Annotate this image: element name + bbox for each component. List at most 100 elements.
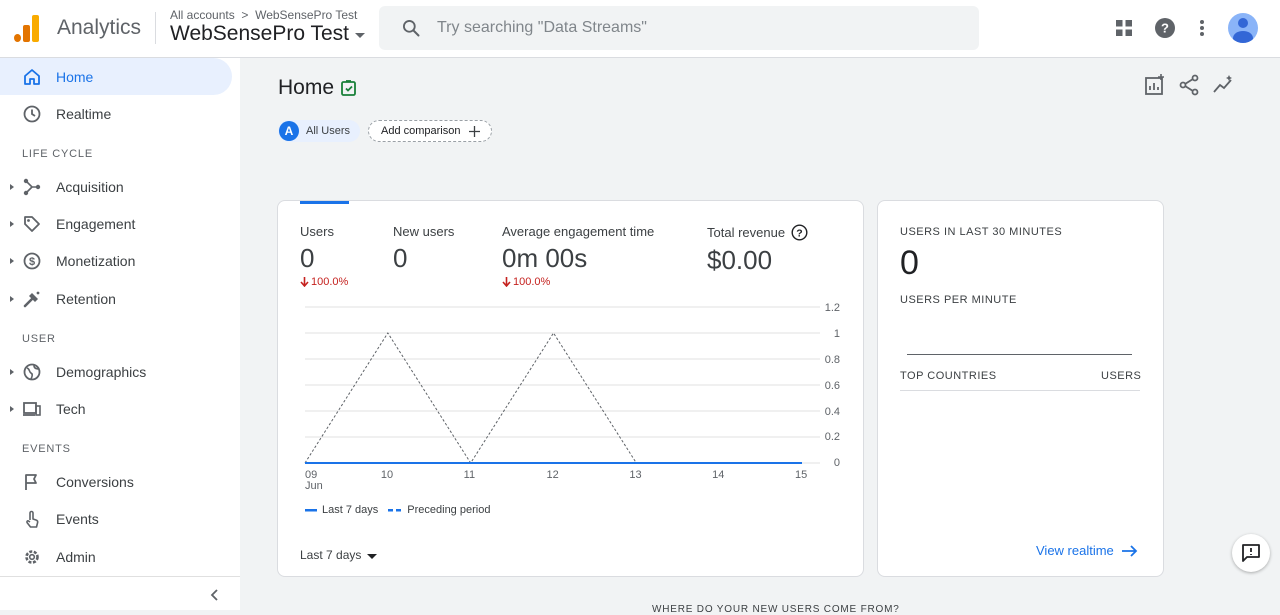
devices-icon (23, 402, 41, 416)
sidebar-item-events[interactable]: Events (0, 500, 232, 537)
svg-text:?: ? (1161, 21, 1169, 36)
expand-arrow-icon[interactable] (10, 368, 14, 375)
account-avatar[interactable] (1228, 13, 1258, 43)
chart-y-tick-label: 1 (834, 328, 840, 340)
apps-grid-icon[interactable] (1112, 16, 1136, 40)
property-selector[interactable]: WebSensePro Test (170, 22, 365, 46)
expand-arrow-icon[interactable] (10, 183, 14, 190)
flag-icon (25, 474, 37, 490)
page-title: Home (278, 76, 335, 99)
segment-letter-badge: A (279, 121, 299, 141)
sidebar-item-retention[interactable]: Retention (0, 280, 232, 317)
svg-text:$: $ (29, 256, 35, 268)
breadcrumb-separator-icon: > (238, 8, 252, 22)
view-realtime-link[interactable]: View realtime (1036, 543, 1138, 558)
metric-value: 0m 00s (502, 243, 588, 273)
legend-item-previous[interactable]: Preceding period (388, 504, 490, 516)
section-user: USER (22, 333, 56, 345)
metric-new-users[interactable]: New users 0 (393, 224, 454, 274)
sidebar-item-label: Engagement (56, 215, 136, 232)
date-range-label: Last 7 days (300, 548, 362, 562)
collapse-sidebar-icon[interactable] (206, 586, 224, 604)
sidebar-item-home[interactable]: Home (0, 58, 232, 95)
sidebar-item-label: Admin (56, 548, 96, 565)
metric-label: Users (300, 224, 334, 239)
header-divider (155, 12, 156, 44)
search-bar[interactable] (379, 6, 979, 50)
expand-arrow-icon[interactable] (10, 220, 14, 227)
retention-icon (23, 291, 40, 308)
metric-delta-value: 100.0% (311, 276, 349, 288)
sidebar-item-tech[interactable]: Tech (0, 390, 232, 427)
sidebar-item-monetization[interactable]: $ Monetization (0, 242, 232, 279)
legend-item-current[interactable]: Last 7 days (305, 504, 378, 516)
sidebar-item-realtime[interactable]: Realtime (0, 95, 232, 132)
chart-y-tick-label: 0.6 (825, 380, 840, 392)
help-outline-icon[interactable]: ? (791, 224, 808, 241)
chart-legend: Last 7 days Preceding period (305, 504, 490, 516)
more-vert-icon[interactable] (1190, 16, 1214, 40)
chart-x-tick-label: 10 (381, 469, 393, 481)
sidebar-item-label: Demographics (56, 363, 147, 380)
sidebar-item-label: Conversions (56, 473, 134, 490)
insights-icon[interactable] (1212, 74, 1234, 96)
customize-report-icon[interactable] (1144, 74, 1166, 96)
sidebar-item-demographics[interactable]: Demographics (0, 353, 232, 390)
metric-delta: 100.0% (300, 276, 348, 288)
add-comparison-button[interactable]: Add comparison (368, 120, 492, 142)
chart-x-tick-label: 13 (629, 469, 641, 481)
feedback-button[interactable] (1232, 534, 1270, 572)
chart-y-tick-label: 0.8 (825, 354, 840, 366)
add-comparison-label: Add comparison (381, 125, 461, 137)
view-realtime-label: View realtime (1036, 543, 1114, 558)
expand-arrow-icon[interactable] (10, 295, 14, 302)
metric-total-revenue[interactable]: Total revenue ? $0.00 (707, 224, 808, 276)
sidebar: Home Realtime LIFE CYCLE Acquisition Eng… (0, 58, 240, 610)
expand-arrow-icon[interactable] (10, 405, 14, 412)
help-icon[interactable]: ? (1153, 16, 1177, 40)
section-life-cycle: LIFE CYCLE (22, 148, 93, 160)
section-events: EVENTS (22, 443, 71, 455)
all-users-chip[interactable]: A All Users (278, 120, 361, 142)
sidebar-item-label: Realtime (56, 105, 112, 122)
users-column-header: USERS (1101, 370, 1142, 382)
table-header-divider (900, 390, 1140, 391)
legend-label: Preceding period (407, 504, 491, 516)
sidebar-item-label: Retention (56, 290, 116, 307)
analytics-logo-icon[interactable] (14, 14, 40, 42)
share-icon[interactable] (1178, 74, 1200, 96)
sidebar-item-acquisition[interactable]: Acquisition (0, 168, 232, 205)
property-name: WebSensePro Test (170, 22, 349, 45)
chart-x-month-label: Jun (305, 480, 323, 492)
touch-icon (26, 510, 39, 528)
sidebar-item-conversions[interactable]: Conversions (0, 463, 232, 500)
all-users-label: All Users (306, 125, 351, 137)
metric-users[interactable]: Users 0 100.0% (300, 224, 348, 288)
breadcrumb[interactable]: All accounts > WebSensePro Test (170, 8, 357, 22)
sidebar-item-admin[interactable]: Admin (0, 538, 232, 575)
metric-delta-value: 100.0% (513, 276, 551, 288)
breadcrumb-root[interactable]: All accounts (170, 8, 235, 22)
expand-arrow-icon[interactable] (10, 257, 14, 264)
series-line-preceding-period (304, 332, 802, 464)
metric-label: New users (393, 224, 455, 239)
realtime-title: USERS IN LAST 30 MINUTES (900, 226, 1063, 238)
date-range-selector[interactable]: Last 7 days (300, 548, 378, 562)
metric-avg-engagement-time[interactable]: Average engagement time 0m 00s 100.0% (502, 224, 654, 288)
dollar-icon: $ (23, 252, 41, 270)
chart-y-tick-label: 1.2 (825, 302, 840, 314)
breadcrumb-property[interactable]: WebSensePro Test (255, 8, 357, 22)
tag-icon (24, 216, 40, 232)
users-line-chart: 00.20.40.60.811.209 10 11 12 13 14 15Jun (304, 302, 840, 492)
search-input[interactable] (437, 19, 937, 37)
search-icon (403, 20, 420, 37)
sidebar-item-engagement[interactable]: Engagement (0, 205, 232, 242)
home-icon (24, 69, 40, 85)
metric-value: 0 (393, 243, 408, 273)
gear-icon (25, 550, 39, 564)
verified-check-icon[interactable] (340, 79, 358, 97)
chart-x-tick-label: 11 (464, 469, 475, 481)
sidebar-item-label: Acquisition (56, 178, 124, 195)
sidebar-item-label: Events (56, 510, 99, 527)
realtime-card (877, 200, 1164, 577)
